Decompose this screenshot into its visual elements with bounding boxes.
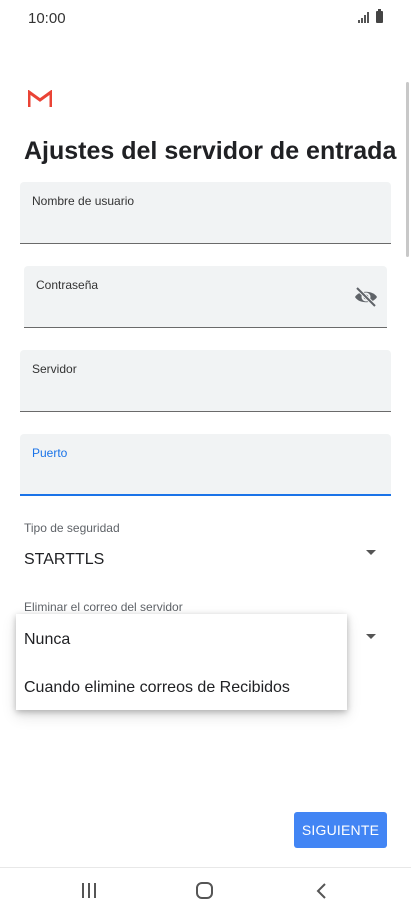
dropdown-arrow-icon[interactable]: [366, 550, 376, 555]
recents-icon[interactable]: [82, 883, 96, 898]
password-label: Contraseña: [36, 278, 99, 292]
scrollbar[interactable]: [406, 82, 409, 257]
eye-off-icon[interactable]: [353, 286, 379, 308]
port-label: Puerto: [32, 446, 68, 460]
password-input[interactable]: [36, 299, 343, 321]
status-time: 10:00: [28, 10, 66, 27]
next-button[interactable]: SIGUIENTE: [294, 812, 387, 848]
navigation-bar: [0, 867, 411, 914]
server-label: Servidor: [32, 362, 77, 376]
username-input[interactable]: [32, 215, 379, 237]
menu-item-never[interactable]: Nunca: [24, 631, 70, 649]
username-field[interactable]: Nombre de usuario: [20, 182, 391, 244]
server-field[interactable]: Servidor: [20, 350, 391, 412]
back-icon[interactable]: [314, 883, 330, 899]
battery-icon: [376, 9, 383, 23]
home-icon[interactable]: [196, 882, 213, 899]
delete-from-server-label: Eliminar el correo del servidor: [24, 600, 183, 614]
page-title: Ajustes del servidor de entrada: [24, 137, 397, 165]
username-label: Nombre de usuario: [32, 194, 135, 208]
dropdown-arrow-icon[interactable]: [366, 634, 376, 639]
port-input[interactable]: [32, 466, 379, 488]
delete-option-menu: Nunca Cuando elimine correos de Recibido…: [16, 614, 347, 710]
status-bar: 10:00: [0, 0, 411, 36]
security-select[interactable]: STARTTLS: [24, 551, 104, 569]
port-field[interactable]: Puerto: [20, 434, 391, 496]
password-field[interactable]: Contraseña: [24, 266, 387, 328]
server-input[interactable]: [32, 383, 379, 405]
gmail-logo-icon: [28, 90, 52, 107]
security-label: Tipo de seguridad: [24, 521, 120, 535]
status-icons: [358, 9, 383, 23]
menu-item-when-deleted[interactable]: Cuando elimine correos de Recibidos: [24, 679, 290, 697]
signal-icon: [358, 12, 369, 23]
